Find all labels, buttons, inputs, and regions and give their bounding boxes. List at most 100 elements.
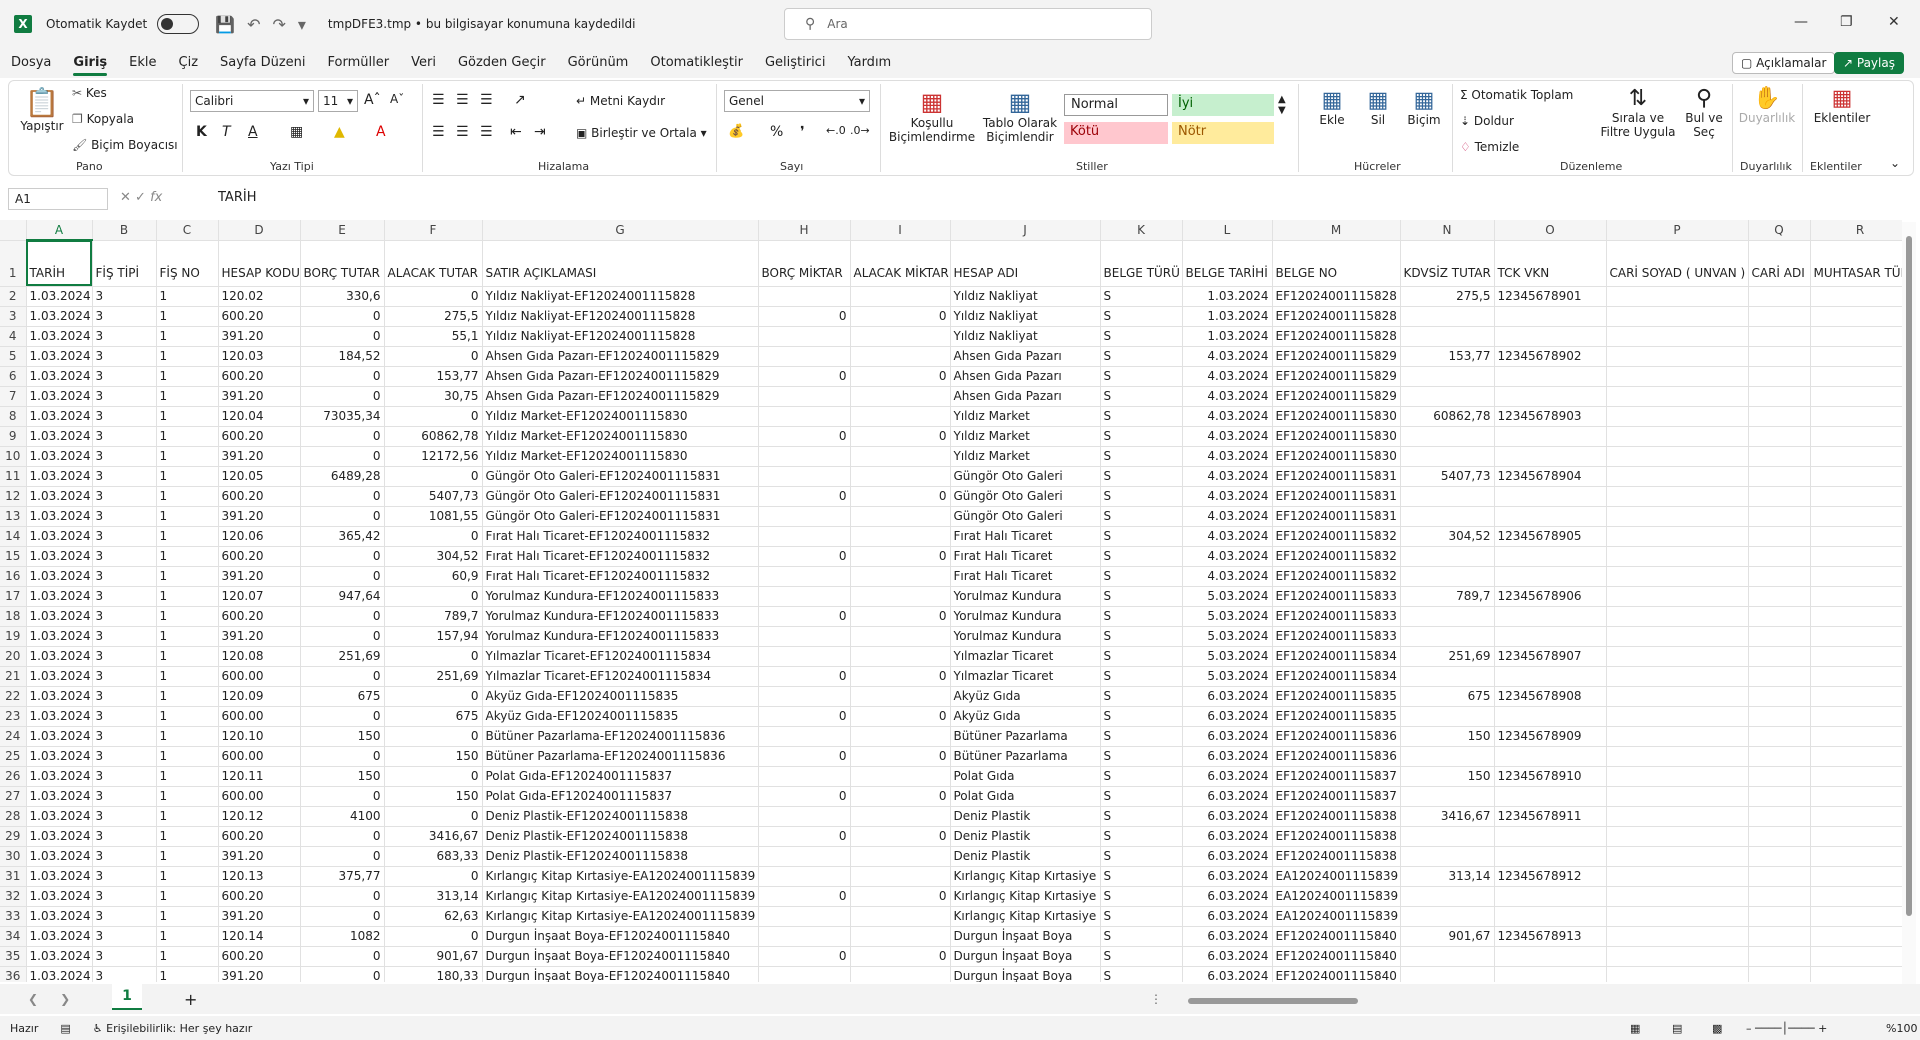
cell[interactable]: 3 <box>92 346 157 367</box>
cell[interactable]: Yıldız Nakliyat <box>950 326 1101 347</box>
cell[interactable]: 1 <box>156 766 219 787</box>
cell[interactable]: 0 <box>850 546 951 567</box>
cell[interactable]: EF12024001115840 <box>1272 926 1401 947</box>
cell[interactable]: Kırlangıç Kitap Kırtasiye-EA120240011158… <box>482 886 759 907</box>
cell[interactable]: 1.03.2024 <box>26 966 93 982</box>
cell[interactable]: 600.00 <box>218 666 301 687</box>
cell[interactable] <box>1810 786 1902 807</box>
cell[interactable]: 153,77 <box>1400 346 1495 367</box>
cell[interactable]: 1 <box>156 746 219 767</box>
cell[interactable] <box>1606 686 1749 707</box>
cell[interactable]: 1.03.2024 <box>26 666 93 687</box>
cell[interactable]: 0 <box>758 706 851 727</box>
column-header[interactable]: N <box>1400 220 1495 241</box>
cell[interactable]: 675 <box>300 686 385 707</box>
cell[interactable]: 3 <box>92 926 157 947</box>
cell[interactable]: Bütüner Pazarlama-EF12024001115836 <box>482 746 759 767</box>
cell[interactable]: 0 <box>300 546 385 567</box>
cell[interactable]: Yorulmaz Kundura <box>950 586 1101 607</box>
cell[interactable]: Ahsen Gıda Pazarı <box>950 346 1101 367</box>
cell[interactable] <box>850 766 951 787</box>
cell[interactable]: 3 <box>92 406 157 427</box>
cell[interactable]: S <box>1100 386 1183 407</box>
cell[interactable]: 1.03.2024 <box>26 346 93 367</box>
cell[interactable]: Yıldız Nakliyat <box>950 286 1101 307</box>
cell[interactable]: 6.03.2024 <box>1182 706 1273 727</box>
cell[interactable]: 1 <box>156 706 219 727</box>
cell[interactable]: 901,67 <box>384 946 483 967</box>
cell[interactable]: 789,7 <box>384 606 483 627</box>
conditional-format-button[interactable]: ▦ Koşullu Biçimlendirme <box>889 88 975 144</box>
sensitivity-button[interactable]: ✋ Duyarlılık <box>1738 86 1796 125</box>
cell[interactable] <box>850 686 951 707</box>
cell[interactable]: 6.03.2024 <box>1182 826 1273 847</box>
cell[interactable] <box>1606 666 1749 687</box>
cell[interactable] <box>1810 666 1902 687</box>
row-header[interactable]: 28 <box>0 806 27 827</box>
cell[interactable]: 1.03.2024 <box>26 286 93 307</box>
cell[interactable]: Kırlangıç Kitap Kırtasiye <box>950 886 1101 907</box>
cell[interactable]: 600.20 <box>218 826 301 847</box>
cell[interactable] <box>1400 366 1495 387</box>
cell[interactable] <box>1810 626 1902 647</box>
cell[interactable]: 3 <box>92 566 157 587</box>
cell[interactable]: 391.20 <box>218 846 301 867</box>
cell[interactable] <box>1748 326 1811 347</box>
cell[interactable]: 120.10 <box>218 726 301 747</box>
cell[interactable] <box>1606 806 1749 827</box>
cell[interactable] <box>1810 386 1902 407</box>
cell[interactable] <box>758 326 851 347</box>
cell[interactable] <box>1400 386 1495 407</box>
cell[interactable]: 251,69 <box>300 646 385 667</box>
cell[interactable]: 3 <box>92 746 157 767</box>
formula-input[interactable]: TARİH <box>218 190 256 205</box>
column-header[interactable]: G <box>482 220 759 241</box>
cell[interactable]: 3 <box>92 466 157 487</box>
cell[interactable]: 12345678903 <box>1494 406 1607 427</box>
cell[interactable] <box>1748 926 1811 947</box>
cell[interactable]: 6.03.2024 <box>1182 746 1273 767</box>
row-header[interactable]: 20 <box>0 646 27 667</box>
align-bottom-icon[interactable]: ☰ <box>480 92 493 108</box>
cell[interactable] <box>1748 566 1811 587</box>
cell[interactable]: Güngör Oto Galeri <box>950 486 1101 507</box>
cell[interactable]: 4.03.2024 <box>1182 366 1273 387</box>
style-good[interactable]: İyi <box>1172 94 1274 116</box>
cell[interactable]: 901,67 <box>1400 926 1495 947</box>
cell[interactable] <box>850 926 951 947</box>
cell[interactable] <box>1494 886 1607 907</box>
addins-button[interactable]: ▦ Eklentiler <box>1810 86 1874 125</box>
cell[interactable]: Deniz Plastik-EF12024001115838 <box>482 806 759 827</box>
cell[interactable]: EF12024001115833 <box>1272 626 1401 647</box>
cell[interactable]: S <box>1100 846 1183 867</box>
cell[interactable] <box>1810 426 1902 447</box>
row-header[interactable]: 7 <box>0 386 27 407</box>
cell[interactable]: 1.03.2024 <box>26 326 93 347</box>
cell[interactable]: 12345678913 <box>1494 926 1607 947</box>
cell[interactable] <box>758 506 851 527</box>
row-header[interactable]: 27 <box>0 786 27 807</box>
align-middle-icon[interactable]: ☰ <box>456 92 469 108</box>
cell[interactable]: 3 <box>92 706 157 727</box>
cell[interactable]: EF12024001115840 <box>1272 966 1401 982</box>
cell[interactable]: 1 <box>156 566 219 587</box>
number-format-select[interactable]: Genel ▾ <box>724 90 870 112</box>
cell[interactable] <box>1748 886 1811 907</box>
cell[interactable]: 60862,78 <box>1400 406 1495 427</box>
cell[interactable]: S <box>1100 406 1183 427</box>
cell[interactable] <box>1810 946 1902 967</box>
align-top-icon[interactable]: ☰ <box>432 92 445 108</box>
cell[interactable]: S <box>1100 646 1183 667</box>
cell[interactable]: Akyüz Gıda <box>950 686 1101 707</box>
cell[interactable]: 304,52 <box>384 546 483 567</box>
cell[interactable]: 120.04 <box>218 406 301 427</box>
cell[interactable]: 0 <box>300 306 385 327</box>
cell[interactable]: EF12024001115831 <box>1272 466 1401 487</box>
cell[interactable] <box>1606 706 1749 727</box>
cell[interactable]: BELGE NO <box>1272 240 1401 287</box>
cell[interactable]: 391.20 <box>218 906 301 927</box>
cell[interactable]: EF12024001115836 <box>1272 746 1401 767</box>
cell[interactable] <box>1606 386 1749 407</box>
cell[interactable]: TCK VKN <box>1494 240 1607 287</box>
cell[interactable]: 5.03.2024 <box>1182 626 1273 647</box>
